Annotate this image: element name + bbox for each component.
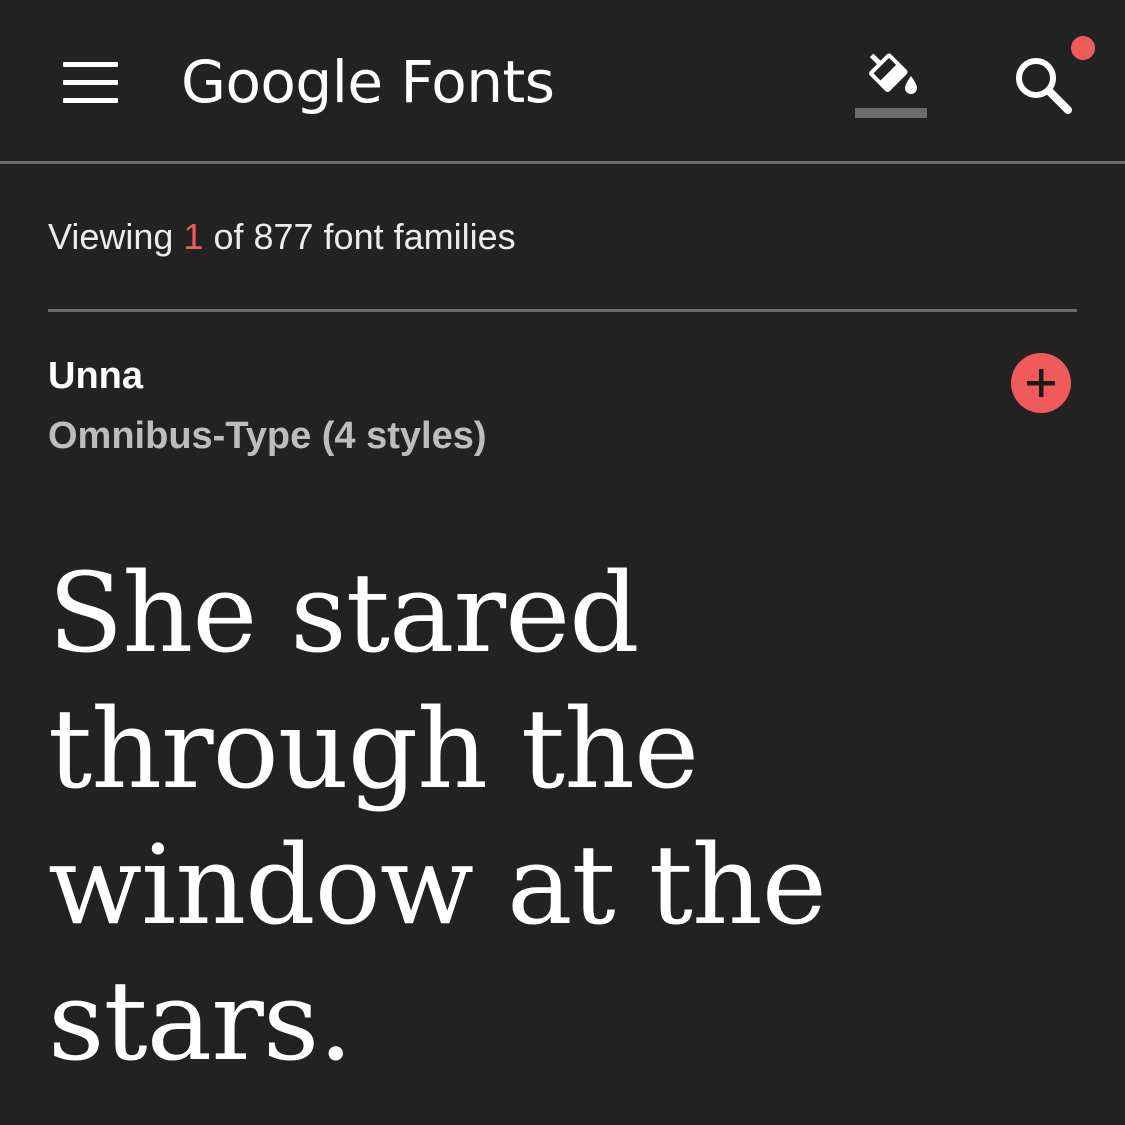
- search-button[interactable]: [1006, 48, 1078, 120]
- app-title: Google Fonts: [181, 48, 555, 116]
- app-bar-divider: [0, 161, 1125, 164]
- app-bar: Google Fonts: [0, 0, 1125, 164]
- google-fonts-page: Google Fonts Viewing 1 of 877 font famil…: [0, 0, 1125, 1125]
- results-divider: [48, 309, 1077, 312]
- results-count-prefix: Viewing: [48, 216, 184, 257]
- font-family-name[interactable]: Unna: [48, 350, 143, 402]
- plus-icon: [1027, 369, 1055, 397]
- theme-toggle-button[interactable]: [855, 42, 927, 118]
- paint-bucket-icon: [869, 53, 917, 94]
- results-count-suffix: of 877 font families: [203, 216, 516, 257]
- font-sample-text[interactable]: She stared through the window at the sta…: [48, 545, 1068, 1089]
- theme-color-indicator: [855, 108, 927, 118]
- search-icon: [1016, 58, 1072, 114]
- notification-badge: [1071, 36, 1095, 60]
- add-font-button[interactable]: [1011, 353, 1071, 413]
- font-family-meta: Omnibus-Type (4 styles): [48, 415, 487, 457]
- results-count: Viewing 1 of 877 font families: [48, 212, 516, 262]
- results-count-shown: 1: [183, 216, 204, 257]
- menu-button[interactable]: [50, 50, 130, 114]
